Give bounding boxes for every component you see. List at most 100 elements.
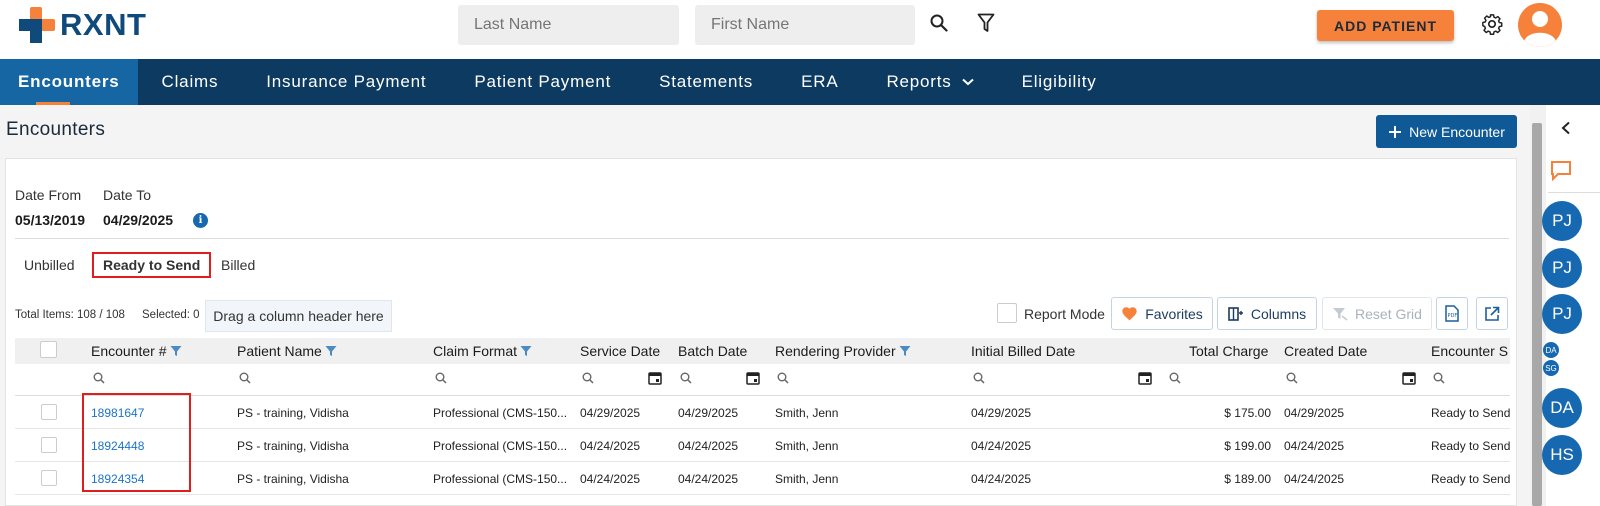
export-pdf-button[interactable]: PDF [1436,297,1468,330]
date-from-label: Date From [15,187,82,203]
column-header-claim-format[interactable]: Claim Format [433,338,532,364]
search-icon[interactable] [435,372,447,384]
encounter-number-link[interactable]: 18981647 [91,396,144,429]
nav-insurance-payment[interactable]: Insurance Payment [242,59,450,105]
search-icon[interactable] [239,372,251,384]
avatar[interactable]: PJ [1542,248,1582,288]
calendar-icon[interactable] [1138,371,1152,385]
nav-encounters[interactable]: Encounters [0,59,138,105]
new-encounter-button[interactable]: New Encounter [1376,115,1517,148]
column-filter-icon[interactable] [325,345,337,357]
nav-statements[interactable]: Statements [635,59,777,105]
column-header-created-date[interactable]: Created Date [1284,338,1367,364]
nav-reports[interactable]: Reports [862,59,997,105]
group-drop-zone[interactable]: Drag a column header here [205,300,392,332]
column-header-initial-billed-date[interactable]: Initial Billed Date [971,338,1075,364]
tab-billed[interactable]: Billed [221,252,255,278]
patient-name-cell: PS - training, Vidisha [237,405,349,420]
avatar[interactable]: DA [1543,342,1559,358]
date-to-label: Date To [103,187,151,203]
search-icon[interactable] [777,372,789,384]
date-from-value[interactable]: 05/13/2019 [15,212,85,228]
search-icon[interactable] [582,372,594,384]
favorites-button[interactable]: Favorites [1111,297,1213,330]
table-row[interactable]: 18981647 PS - training, Vidisha Professi… [15,396,1510,429]
tab-ready-to-send[interactable]: Ready to Send [92,252,212,278]
calendar-icon[interactable] [1402,371,1416,385]
chevron-left-icon[interactable] [1560,121,1572,135]
row-checkbox[interactable] [41,437,57,453]
calendar-icon[interactable] [648,371,662,385]
avatar[interactable]: DA [1542,388,1582,428]
column-header-total-charge[interactable]: Total Charge [1189,338,1268,364]
chat-icon[interactable] [1550,159,1572,181]
nav-era[interactable]: ERA [777,59,862,105]
calendar-icon[interactable] [746,371,760,385]
nav-patient-payment[interactable]: Patient Payment [450,59,635,105]
user-avatar[interactable] [1518,3,1562,47]
select-all-checkbox[interactable] [40,341,57,358]
search-icon[interactable] [93,372,105,384]
plus-icon [1389,125,1402,138]
add-patient-button[interactable]: ADD PATIENT [1317,10,1454,41]
export-button[interactable] [1476,297,1508,330]
date-to-value[interactable]: 04/29/2025 [103,212,173,228]
filter-icon[interactable] [975,12,997,34]
top-header: RXNT ADD PATIENT [0,0,1600,59]
column-filter-icon[interactable] [520,345,532,357]
first-name-search-input[interactable] [695,5,915,45]
tab-unbilled[interactable]: Unbilled [24,252,75,278]
encounters-page: Encounters New Encounter Date From Date … [0,105,1530,506]
column-label: Patient Name [237,343,322,359]
nav-claims[interactable]: Claims [138,59,243,105]
column-header-encounter[interactable]: Encounter # [91,338,182,364]
scrollbar-thumb[interactable] [1532,123,1542,506]
rxnt-logo[interactable]: RXNT [18,6,146,44]
avatar[interactable]: HS [1542,435,1582,475]
reset-grid-button[interactable]: Reset Grid [1322,297,1432,330]
reset-grid-label: Reset Grid [1355,305,1422,322]
encounter-number-link[interactable]: 18924448 [91,429,144,462]
side-divider [1548,192,1600,193]
info-icon[interactable]: i [193,213,208,228]
column-filter-icon[interactable] [899,345,911,357]
table-row[interactable]: 18924354 PS - training, Vidisha Professi… [15,462,1510,495]
created-date-cell: 04/29/2025 [1284,405,1345,420]
avatar[interactable]: PJ [1542,201,1582,241]
table-row[interactable]: 18924448 PS - training, Vidisha Professi… [15,429,1510,462]
nav-eligibility[interactable]: Eligibility [998,59,1121,105]
nav-label: Statements [659,72,754,91]
search-icon[interactable] [1286,372,1298,384]
column-filter-icon[interactable] [170,345,182,357]
search-icon[interactable] [1433,372,1445,384]
row-checkbox[interactable] [41,404,57,420]
search-icon[interactable] [928,12,950,34]
column-header-rendering-provider[interactable]: Rendering Provider [775,338,911,364]
nav-label: Encounters [18,72,120,91]
export-icon [1485,306,1500,321]
column-header-encounter-status[interactable]: Encounter S [1431,338,1510,364]
encounter-number-link[interactable]: 18924354 [91,462,144,495]
search-icon[interactable] [1169,372,1181,384]
main-nav: Encounters Claims Insurance Payment Pati… [0,59,1600,105]
column-header-service-date[interactable]: Service Date [580,338,660,364]
row-checkbox[interactable] [41,470,57,486]
column-header-batch-date[interactable]: Batch Date [678,338,747,364]
search-icon[interactable] [680,372,692,384]
last-name-search-input[interactable] [458,5,679,45]
search-icon[interactable] [973,372,985,384]
columns-button[interactable]: Columns [1217,297,1317,330]
user-icon [1518,3,1562,47]
encounter-status-cell: Ready to Send [1431,438,1510,453]
gear-icon[interactable] [1480,12,1504,36]
heart-icon [1122,307,1137,321]
initial-billed-date-cell: 04/24/2025 [971,438,1032,453]
column-label: Encounter # [91,343,167,359]
claim-format-cell: Professional (CMS-150... [433,471,568,486]
column-header-patient-name[interactable]: Patient Name [237,338,337,364]
patient-name-cell: PS - training, Vidisha [237,471,349,486]
avatar[interactable]: PJ [1542,294,1582,334]
report-mode-checkbox[interactable] [997,303,1017,323]
created-date-cell: 04/24/2025 [1284,471,1345,486]
avatar[interactable]: SG [1543,360,1559,376]
